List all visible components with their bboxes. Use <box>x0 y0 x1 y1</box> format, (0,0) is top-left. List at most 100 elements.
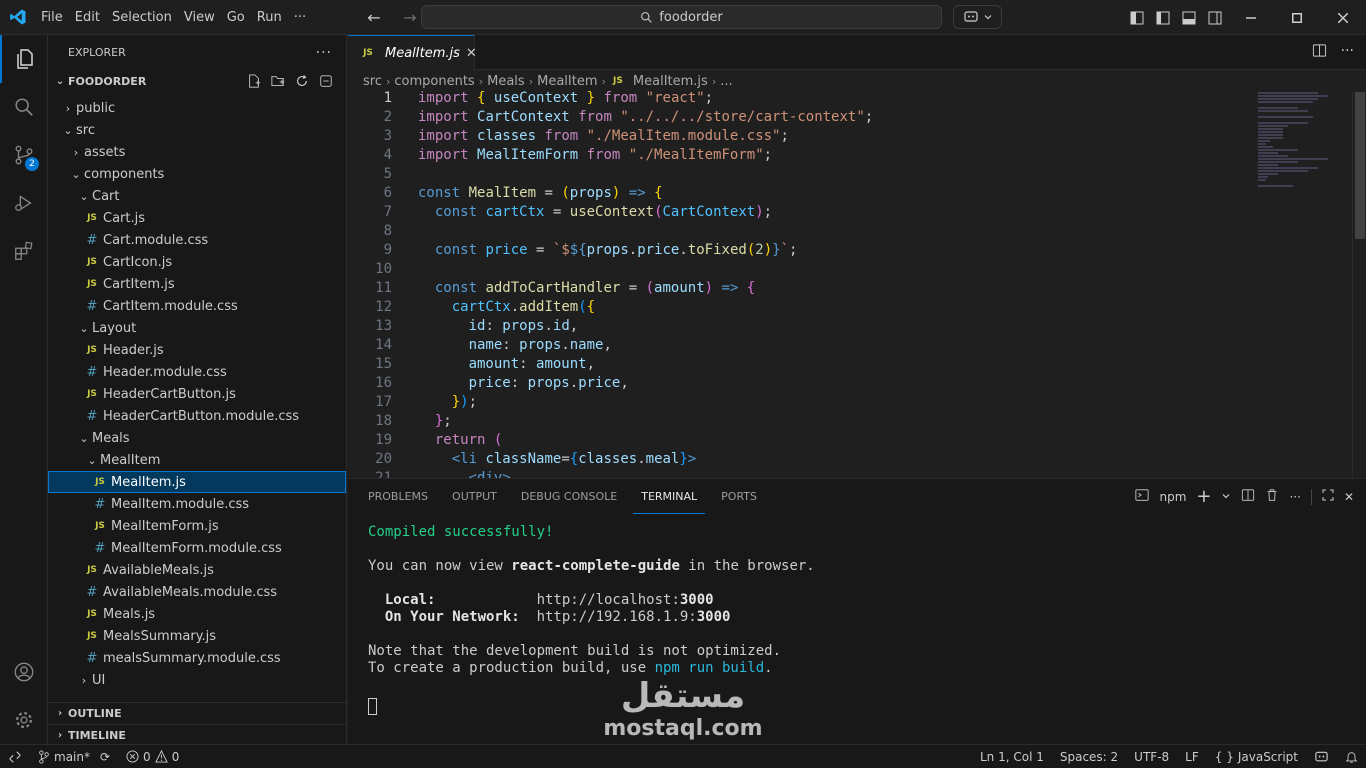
tree-file-selected[interactable]: JS MealItem.js <box>48 471 346 493</box>
run-debug-icon[interactable] <box>0 179 48 227</box>
sync-icon[interactable]: ⟳ <box>100 750 110 764</box>
tree-folder[interactable]: ⌄ Layout <box>48 317 346 339</box>
explorer-more-button[interactable]: ··· <box>316 45 332 61</box>
tree-file[interactable]: # CartItem.module.css <box>48 295 346 317</box>
refresh-icon[interactable] <box>294 73 310 89</box>
tab-output[interactable]: OUTPUT <box>444 479 505 514</box>
tree-file[interactable]: JS Cart.js <box>48 207 346 229</box>
language-mode[interactable]: { } JavaScript <box>1207 745 1306 768</box>
tree-file[interactable]: JS AvailableMeals.js <box>48 559 346 581</box>
tree-file[interactable]: JS HeaderCartButton.js <box>48 383 346 405</box>
terminal-name[interactable]: npm <box>1159 490 1186 504</box>
collapse-all-icon[interactable] <box>318 73 334 89</box>
back-arrow-icon[interactable]: ← <box>362 6 386 28</box>
tab-problems[interactable]: PROBLEMS <box>360 479 436 514</box>
new-terminal-icon[interactable]: + <box>1196 486 1211 507</box>
tree-folder[interactable]: ⌄ src <box>48 119 346 141</box>
tree-file[interactable]: # AvailableMeals.module.css <box>48 581 346 603</box>
breadcrumb-item[interactable]: src <box>363 74 382 89</box>
menu-go[interactable]: Go <box>221 0 251 35</box>
new-file-icon[interactable] <box>246 73 262 89</box>
breadcrumb-item[interactable]: MealItem.js <box>633 74 708 89</box>
settings-gear-icon[interactable] <box>0 696 48 744</box>
tree-file[interactable]: JS Header.js <box>48 339 346 361</box>
more-actions-icon[interactable]: ··· <box>1289 490 1300 504</box>
tree-file[interactable]: # mealsSummary.module.css <box>48 647 346 669</box>
tab-ports[interactable]: PORTS <box>713 479 765 514</box>
js-file-icon: JS <box>612 76 623 86</box>
tree-file[interactable]: JS MealsSummary.js <box>48 625 346 647</box>
toggle-secondary-sidebar-icon[interactable] <box>1202 0 1228 35</box>
code-editor[interactable]: 1 import { useContext } from "react"; 2 im… <box>348 89 1348 478</box>
copilot-status-icon[interactable] <box>1306 745 1337 768</box>
toggle-panel-icon[interactable] <box>1176 0 1202 35</box>
tree-file[interactable]: # HeaderCartButton.module.css <box>48 405 346 427</box>
breadcrumb-item[interactable]: MealItem <box>537 74 597 89</box>
outline-section[interactable]: › OUTLINE <box>48 702 346 724</box>
menu-selection[interactable]: Selection <box>106 0 178 35</box>
breadcrumb-item[interactable]: ... <box>720 74 732 89</box>
split-editor-icon[interactable] <box>1312 43 1327 62</box>
tree-file[interactable]: # Cart.module.css <box>48 229 346 251</box>
breadcrumb-item[interactable]: Meals <box>487 74 525 89</box>
remote-indicator-icon[interactable] <box>0 745 30 768</box>
tab-debug-console[interactable]: DEBUG CONSOLE <box>513 479 625 514</box>
branch-indicator[interactable]: main* ⟳ <box>30 745 118 768</box>
search-view-icon[interactable] <box>0 83 48 131</box>
menu-view[interactable]: View <box>178 0 221 35</box>
tree-file[interactable]: # Header.module.css <box>48 361 346 383</box>
menu-run[interactable]: Run <box>251 0 288 35</box>
cursor-position[interactable]: Ln 1, Col 1 <box>972 745 1052 768</box>
scrollbar-thumb[interactable] <box>1355 92 1365 239</box>
tree-file[interactable]: JS CartIcon.js <box>48 251 346 273</box>
kill-terminal-icon[interactable] <box>1265 488 1279 505</box>
folder-section-foodorder[interactable]: ⌄ FOODORDER <box>48 70 346 92</box>
split-terminal-icon[interactable] <box>1241 488 1255 505</box>
tree-file[interactable]: JS CartItem.js <box>48 273 346 295</box>
minimize-icon[interactable] <box>1228 0 1274 35</box>
breadcrumb-item[interactable]: components <box>394 74 474 89</box>
extensions-icon[interactable] <box>0 227 48 275</box>
source-control-icon[interactable]: 2 <box>0 131 48 179</box>
tree-folder[interactable]: › public <box>48 97 346 119</box>
chevron-down-icon[interactable] <box>1221 490 1231 504</box>
close-panel-icon[interactable]: ✕ <box>1344 490 1354 504</box>
tree-file[interactable]: # MealItem.module.css <box>48 493 346 515</box>
tree-folder[interactable]: ⌄ MealItem <box>48 449 346 471</box>
maximize-icon[interactable] <box>1274 0 1320 35</box>
menu-edit[interactable]: Edit <box>69 0 106 35</box>
tab-terminal[interactable]: TERMINAL <box>633 479 706 514</box>
indentation[interactable]: Spaces: 2 <box>1052 745 1126 768</box>
command-center-search[interactable]: foodorder <box>421 5 942 29</box>
copilot-button[interactable] <box>953 5 1002 29</box>
toggle-primary-sidebar-icon[interactable] <box>1150 0 1176 35</box>
close-window-icon[interactable] <box>1320 0 1366 35</box>
maximize-panel-icon[interactable] <box>1322 489 1334 504</box>
tree-folder[interactable]: ⌄ Cart <box>48 185 346 207</box>
tree-file[interactable]: JS MealItemForm.js <box>48 515 346 537</box>
new-folder-icon[interactable] <box>270 73 286 89</box>
customize-layout-icon[interactable] <box>1124 0 1150 35</box>
editor-tab-active[interactable]: JS MealItem.js ✕ <box>348 35 477 70</box>
js-file-icon: JS <box>87 345 97 355</box>
timeline-section[interactable]: › TIMELINE <box>48 724 346 746</box>
editor-scrollbar[interactable] <box>1352 92 1366 478</box>
tree-folder[interactable]: ⌄ components <box>48 163 346 185</box>
explorer-icon[interactable] <box>0 35 48 83</box>
minimap[interactable] <box>1258 92 1348 212</box>
notifications-bell-icon[interactable] <box>1337 745 1366 768</box>
menu-more[interactable]: ··· <box>288 0 312 35</box>
problems-indicator[interactable]: 0 0 <box>118 745 187 768</box>
tree-file[interactable]: # MealItemForm.module.css <box>48 537 346 559</box>
end-of-line[interactable]: LF <box>1177 745 1207 768</box>
encoding[interactable]: UTF-8 <box>1126 745 1177 768</box>
close-icon[interactable]: ✕ <box>466 46 477 61</box>
accounts-icon[interactable] <box>0 648 48 696</box>
tree-folder[interactable]: › UI <box>48 669 346 691</box>
more-actions-icon[interactable]: ··· <box>1341 43 1354 62</box>
tree-folder[interactable]: ⌄ Meals <box>48 427 346 449</box>
forward-arrow-icon[interactable]: → <box>398 6 422 28</box>
tree-file[interactable]: JS Meals.js <box>48 603 346 625</box>
menu-file[interactable]: File <box>35 0 69 35</box>
tree-folder[interactable]: › assets <box>48 141 346 163</box>
